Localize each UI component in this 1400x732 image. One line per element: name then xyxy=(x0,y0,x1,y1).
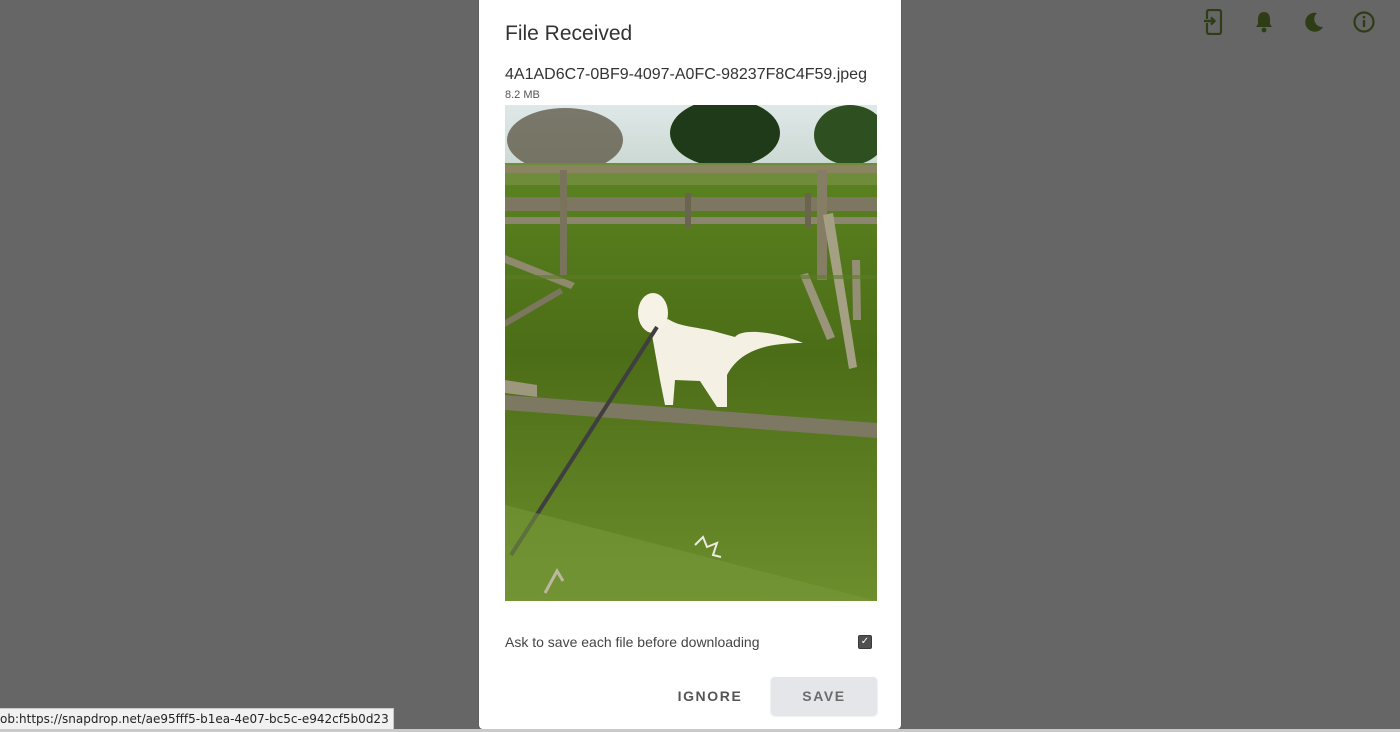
dialog-title: File Received xyxy=(505,22,633,45)
header-actions xyxy=(1202,8,1376,36)
save-button[interactable]: SAVE xyxy=(771,677,877,715)
install-app-icon[interactable] xyxy=(1202,8,1226,36)
ask-to-save-checkbox[interactable]: ✓ xyxy=(858,635,872,649)
info-icon[interactable] xyxy=(1352,8,1376,36)
checkmark-icon: ✓ xyxy=(860,636,870,647)
image-preview xyxy=(505,105,877,601)
moon-icon[interactable] xyxy=(1302,8,1326,36)
file-name: 4A1AD6C7-0BF9-4097-A0FC-98237F8C4F59.jpe… xyxy=(505,66,867,83)
status-bar-url: ob:https://snapdrop.net/ae95fff5-b1ea-4e… xyxy=(0,708,394,731)
ask-to-save-row: Ask to save each file before downloading… xyxy=(505,632,877,652)
file-size: 8.2 MB xyxy=(505,89,540,101)
file-received-dialog: File Received 4A1AD6C7-0BF9-4097-A0FC-98… xyxy=(479,0,901,729)
ignore-button[interactable]: IGNORE xyxy=(665,677,755,715)
ask-to-save-label: Ask to save each file before downloading xyxy=(505,634,760,650)
bell-icon[interactable] xyxy=(1252,8,1276,36)
